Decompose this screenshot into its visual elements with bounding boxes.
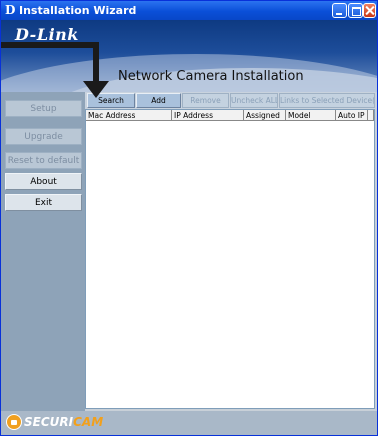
column-header-mac-address[interactable]: Mac Address: [86, 110, 172, 121]
header-banner: D-Link Network Camera Installation: [1, 20, 377, 92]
links-to-selected-devices-button[interactable]: Links to Selected Device(s): [279, 93, 375, 108]
uncheck-all-button[interactable]: Uncheck ALL: [230, 93, 278, 108]
column-header-ip-address[interactable]: IP Address: [172, 110, 244, 121]
about-button[interactable]: About: [5, 173, 82, 190]
sidebar: Setup Upgrade Reset to default About Exi…: [1, 92, 85, 435]
setup-button[interactable]: Setup: [5, 100, 82, 117]
minimize-button[interactable]: [332, 3, 347, 18]
securicam-logo: SECURICAM: [24, 415, 103, 429]
footer-bar: SECURICAM: [1, 411, 377, 435]
column-header-model[interactable]: Model: [286, 110, 336, 121]
securicam-logo-part2: CAM: [73, 415, 104, 429]
title-bar[interactable]: D Installation Wizard: [1, 1, 377, 20]
remove-button[interactable]: Remove: [182, 93, 229, 108]
pointer-arrow-head-icon: [83, 81, 109, 98]
securicam-lock-icon: [6, 414, 22, 430]
column-header-auto-ip[interactable]: Auto IP: [336, 110, 368, 121]
securicam-logo-part1: SECURI: [24, 415, 74, 429]
device-toolbar: Search Add Remove Uncheck ALL Links to S…: [85, 92, 377, 109]
exit-button[interactable]: Exit: [5, 194, 82, 211]
device-list[interactable]: Mac Address IP Address Assigned Model Au…: [85, 109, 375, 409]
column-header-filler: [368, 110, 374, 121]
dlink-app-icon: D: [5, 3, 16, 17]
close-button[interactable]: [363, 3, 376, 18]
installation-wizard-window: D Installation Wizard D-Link Network Cam…: [0, 0, 378, 436]
pointer-arrow-shaft: [1, 42, 99, 48]
reset-to-default-button[interactable]: Reset to default: [5, 152, 82, 169]
column-header-assigned[interactable]: Assigned: [244, 110, 286, 121]
add-button[interactable]: Add: [136, 93, 181, 108]
window-title: Installation Wizard: [19, 4, 137, 17]
upgrade-button[interactable]: Upgrade: [5, 128, 82, 145]
page-title: Network Camera Installation: [118, 69, 304, 84]
maximize-button[interactable]: [348, 3, 363, 18]
